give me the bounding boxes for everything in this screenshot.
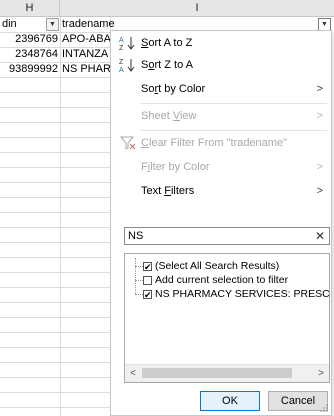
chevron-right-icon: > [316, 83, 323, 95]
list-item[interactable]: Add current selection to filter [125, 273, 329, 287]
ok-button[interactable]: OK [200, 391, 260, 411]
text-filters-label: Text Filters [141, 185, 195, 197]
sheet-view-item[interactable]: Sheet View > [111, 106, 331, 126]
gridline [0, 332, 110, 333]
horizontal-scrollbar[interactable]: < > [125, 364, 329, 382]
cell-din[interactable]: 2396769 [0, 32, 58, 47]
gridline [0, 152, 110, 153]
search-value: NS [128, 230, 144, 242]
menu-separator [141, 103, 327, 104]
cell-din-header[interactable]: din [2, 17, 46, 32]
menu-separator [141, 130, 327, 131]
sort-z-to-a-item[interactable]: Z A Sort Z to A [111, 55, 331, 75]
cell-tradename[interactable]: NS PHAR [62, 62, 110, 77]
svg-text:Z: Z [119, 45, 124, 51]
checkbox-unchecked[interactable] [143, 276, 152, 285]
filter-by-color-label: Filter by Color [141, 161, 210, 173]
gridline [0, 197, 110, 198]
column-header-h[interactable]: H [0, 0, 60, 16]
gridline [0, 392, 110, 393]
list-item[interactable]: ✔ (Select All Search Results) [125, 259, 329, 273]
cell-tradename[interactable]: INTANZA [62, 47, 110, 62]
filter-search-input[interactable]: NS ✕ [124, 227, 330, 245]
gridline [0, 347, 110, 348]
gridline [0, 302, 110, 303]
scroll-left-icon[interactable]: < [125, 365, 141, 382]
scroll-right-icon[interactable]: > [313, 365, 329, 382]
text-filters-item[interactable]: Text Filters > [111, 181, 331, 201]
filter-dropdown-din[interactable]: ▼ [46, 18, 59, 31]
gridline [0, 212, 110, 213]
list-item-label: (Select All Search Results) [155, 260, 280, 272]
gridline [0, 377, 110, 378]
scrollbar-thumb[interactable] [142, 368, 292, 378]
list-item-label: NS PHARMACY SERVICES: PRESCRIP [155, 288, 330, 300]
clear-search-icon[interactable]: ✕ [311, 228, 329, 244]
gridline [0, 362, 110, 363]
checkbox-checked[interactable]: ✔ [143, 290, 152, 300]
gridline [0, 272, 110, 273]
checkbox-checked[interactable]: ✔ [143, 262, 152, 272]
cell-tradename[interactable]: APO-ABA [62, 32, 110, 47]
cell-din[interactable]: 2348764 [0, 47, 58, 62]
clear-filter-icon [119, 136, 136, 150]
sort-by-color-label: Sort by Color [141, 83, 206, 95]
sort-by-color-item[interactable]: Sort by Color > [111, 79, 331, 99]
clear-filter-label: Clear Filter From "tradename" [141, 137, 287, 149]
cell-din[interactable]: 93899992 [0, 62, 58, 77]
sort-a-to-z-item[interactable]: A Z Sort A to Z [111, 33, 331, 53]
sort-z-to-a-label: Sort Z to A [141, 59, 193, 71]
svg-text:A: A [119, 37, 124, 44]
gridline [0, 107, 110, 108]
sort-descending-icon: Z A [119, 59, 135, 73]
cancel-button[interactable]: Cancel [268, 391, 328, 411]
sort-ascending-icon: A Z [119, 37, 135, 51]
gridline [0, 407, 110, 408]
gridline [0, 92, 110, 93]
list-item[interactable]: ✔ NS PHARMACY SERVICES: PRESCRIP [125, 287, 329, 301]
gridline [0, 227, 110, 228]
list-item-label: Add current selection to filter [155, 274, 289, 286]
gridline [0, 242, 110, 243]
filter-by-color-item[interactable]: Filter by Color > [111, 157, 331, 177]
gridline [0, 167, 110, 168]
svg-text:A: A [119, 67, 124, 73]
gridline [0, 257, 110, 258]
clear-filter-item[interactable]: Clear Filter From "tradename" [111, 133, 331, 153]
chevron-right-icon: > [316, 110, 323, 122]
gridline [0, 77, 110, 78]
gridline [0, 122, 110, 123]
gridline [0, 287, 110, 288]
gridline [0, 137, 110, 138]
filter-values-list: ✔ (Select All Search Results) Add curren… [124, 253, 330, 383]
chevron-right-icon: > [316, 185, 323, 197]
gridline [0, 317, 110, 318]
svg-text:Z: Z [119, 59, 124, 66]
column-header-i[interactable]: I [60, 0, 334, 16]
column-header-row: H I [0, 0, 334, 17]
resize-grip-icon[interactable] [320, 404, 328, 412]
sort-a-to-z-label: Sort A to Z [141, 37, 193, 49]
chevron-right-icon: > [316, 161, 323, 173]
gridline [0, 182, 110, 183]
sheet-view-label: Sheet View [141, 110, 197, 122]
autofilter-menu: A Z Sort A to Z Z A Sort Z to A Sort by … [110, 30, 332, 416]
